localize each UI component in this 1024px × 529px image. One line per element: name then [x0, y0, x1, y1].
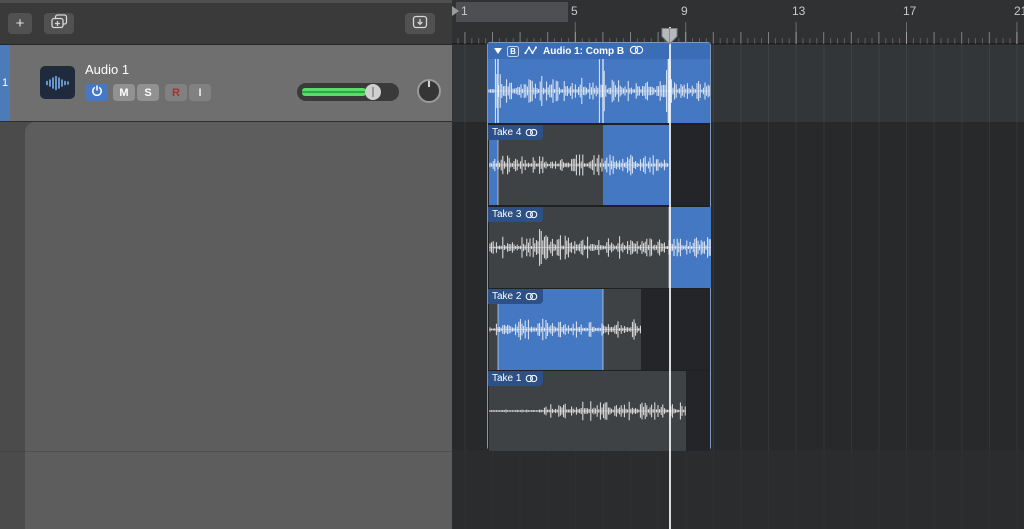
bar-ruler[interactable]: 1 5 9 13 17 21: [452, 0, 1024, 44]
comp-section-separator[interactable]: [497, 59, 499, 123]
playhead-marker[interactable]: [661, 27, 678, 50]
add-track-button[interactable]: +: [8, 13, 32, 34]
duplicate-track-icon: [51, 14, 68, 33]
mute-button[interactable]: M: [113, 84, 135, 101]
take-lane-2[interactable]: Take 2: [488, 289, 710, 370]
volume-thumb[interactable]: [365, 84, 381, 100]
volume-fill: [302, 88, 366, 96]
tracks-area: 1 5 9 13 17 21 B Audio 1: Comp B: [452, 0, 1024, 529]
volume-slider[interactable]: [297, 83, 399, 101]
power-icon: [91, 85, 103, 100]
disclosure-triangle-icon[interactable]: [494, 48, 502, 54]
input-monitor-button[interactable]: I: [189, 84, 211, 101]
stereo-icon: [629, 42, 644, 60]
empty-track-list-area[interactable]: [25, 122, 452, 529]
comp-region[interactable]: [488, 59, 710, 123]
take-lane-1[interactable]: Take 1: [488, 371, 710, 451]
solo-button[interactable]: S: [137, 84, 159, 101]
take-label: Take 4: [492, 127, 521, 138]
comp-waveform: [488, 59, 710, 123]
take-lane-4[interactable]: Take 4: [488, 125, 710, 205]
stereo-icon: [525, 374, 538, 383]
record-enable-button[interactable]: R: [165, 84, 187, 101]
take-4-selected-section[interactable]: [603, 125, 669, 205]
library-toggle-button[interactable]: [405, 13, 435, 34]
take-label: Take 3: [492, 209, 521, 220]
track-on-off-button[interactable]: [85, 84, 108, 101]
panel-divider: [0, 451, 452, 452]
track-number-stripe: 1: [0, 45, 10, 121]
take-3-selected-section[interactable]: [669, 207, 711, 288]
comp-section-separator[interactable]: [602, 59, 604, 123]
take-2-badge[interactable]: Take 2: [488, 289, 543, 304]
ruler-ticks: [452, 0, 1024, 44]
take-label: Take 2: [492, 291, 521, 302]
pan-knob[interactable]: [417, 79, 441, 103]
flatten-badge[interactable]: B: [507, 46, 519, 57]
stereo-icon: [525, 128, 538, 137]
track-name[interactable]: Audio 1: [85, 62, 129, 77]
track-list-toolbar: +: [0, 0, 452, 45]
take-1-badge[interactable]: Take 1: [488, 371, 543, 386]
duplicate-track-button[interactable]: [44, 13, 74, 34]
track-number: 1: [2, 77, 8, 89]
stereo-icon: [525, 210, 538, 219]
logic-tracks-window: +: [0, 0, 1024, 529]
quick-swipe-comp-icon[interactable]: [524, 42, 538, 60]
track-header-panel: +: [0, 0, 452, 529]
stereo-icon: [525, 292, 538, 301]
comp-section-separator[interactable]: [602, 289, 604, 370]
waveform-icon: [45, 75, 70, 91]
take-3-badge[interactable]: Take 3: [488, 207, 543, 222]
audio-track-icon: [40, 66, 75, 99]
take-folder-title: Audio 1: Comp B: [543, 46, 624, 57]
take-4-badge[interactable]: Take 4: [488, 125, 543, 140]
take-folder-region[interactable]: B Audio 1: Comp B: [487, 42, 711, 450]
take-lane-3[interactable]: Take 3: [488, 207, 710, 288]
track-header-audio-1[interactable]: 1 Audio 1 M S R: [0, 45, 452, 122]
import-box-icon: [412, 15, 428, 33]
playhead-line[interactable]: [669, 27, 671, 529]
take-label: Take 1: [492, 373, 521, 384]
below-tracks-background[interactable]: [452, 450, 1024, 529]
